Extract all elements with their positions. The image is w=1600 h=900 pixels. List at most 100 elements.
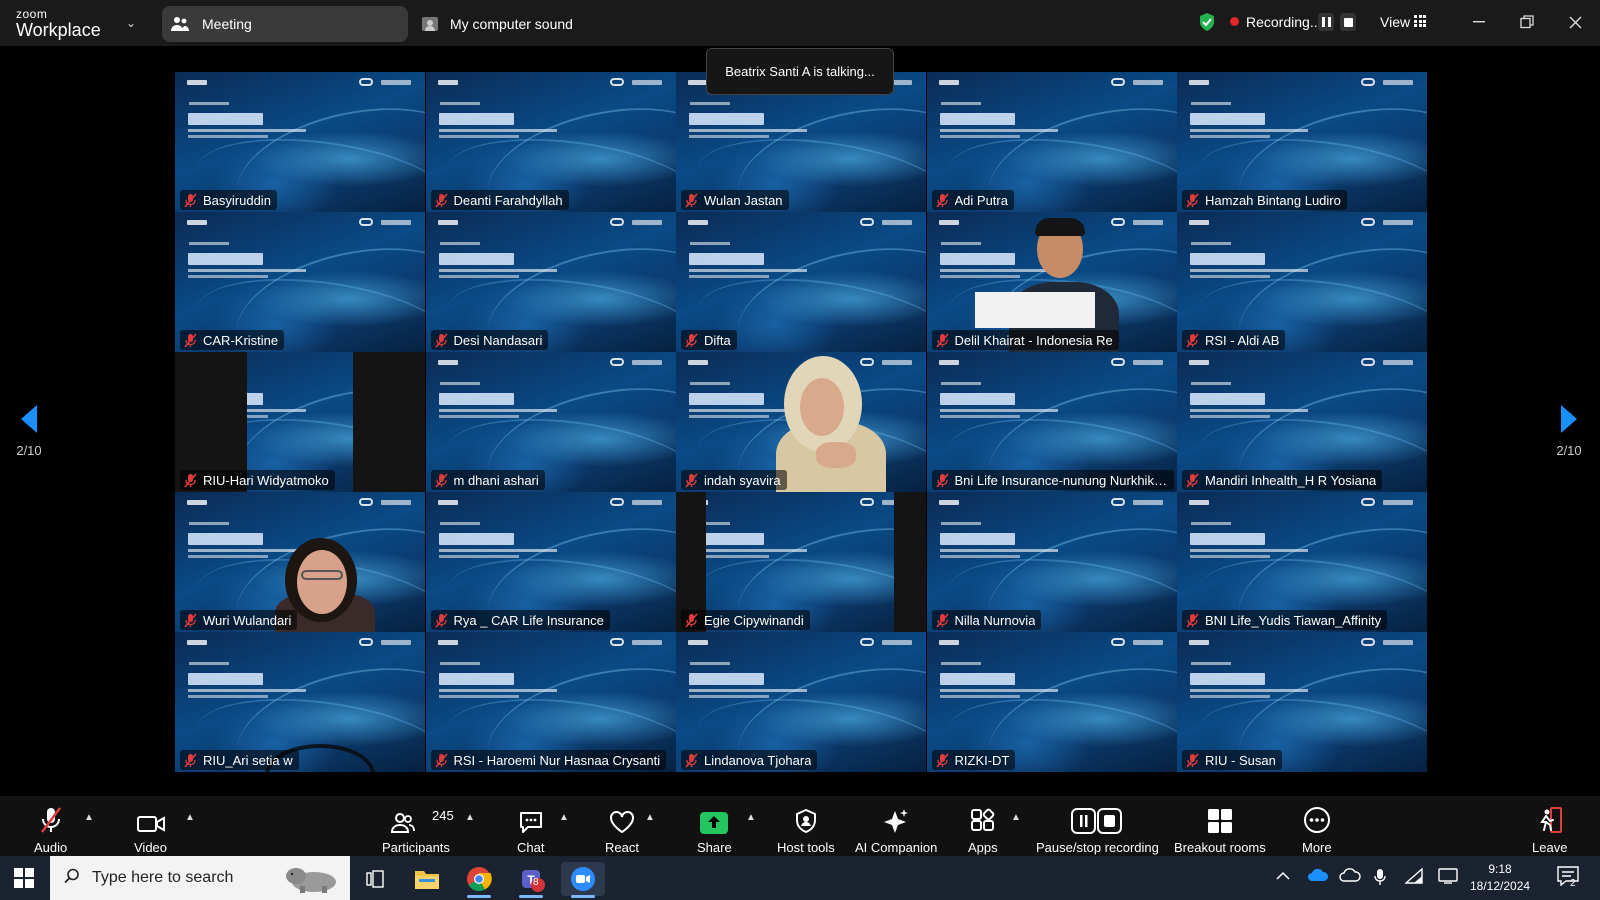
participant-video-tile[interactable]: Deanti Farahdyllah: [425, 72, 676, 212]
participant-video-tile[interactable]: Wuri Wulandari: [175, 492, 425, 632]
stop-recording-button[interactable]: [1340, 13, 1356, 31]
participant-video-tile[interactable]: RIU-Hari Widyatmoko: [175, 352, 425, 492]
file-explorer-icon[interactable]: [405, 862, 449, 896]
participant-video-tile[interactable]: indah syavira: [676, 352, 926, 492]
chat-options-caret[interactable]: ▲: [559, 812, 569, 823]
muted-mic-icon: [685, 752, 698, 768]
ai-companion-button[interactable]: AI Companion: [855, 806, 937, 855]
slide-text-line: [940, 522, 981, 525]
video-options-caret[interactable]: ▲: [185, 812, 195, 823]
participant-video-tile[interactable]: Adi Putra: [926, 72, 1177, 212]
view-button[interactable]: View: [1380, 14, 1410, 30]
participant-video-tile[interactable]: RSI - Haroemi Nur Hasnaa Crysanti: [425, 632, 676, 772]
participant-video-tile[interactable]: RIZKI-DT: [926, 632, 1177, 772]
grid-view-icon[interactable]: [1414, 15, 1426, 27]
taskbar-clock[interactable]: 9:18 18/12/2024: [1470, 861, 1530, 895]
participant-video-tile[interactable]: Rya _ CAR Life Insurance: [425, 492, 676, 632]
pause-stop-recording-button[interactable]: Pause/stop recording: [1036, 806, 1159, 855]
zoom-app-icon[interactable]: [561, 862, 605, 898]
slide-text-line: [940, 102, 981, 105]
react-options-caret[interactable]: ▲: [645, 812, 655, 823]
tab-meeting[interactable]: Meeting: [162, 6, 408, 42]
muted-mic-icon: [935, 752, 949, 768]
participant-video-tile[interactable]: m dhani ashari: [425, 352, 676, 492]
taskbar-search-box[interactable]: Type here to search: [50, 856, 350, 900]
next-page-button[interactable]: 2/10: [1546, 404, 1592, 458]
participant-video-tile[interactable]: Delil Khairat - Indonesia Re: [926, 212, 1177, 352]
react-button[interactable]: React: [605, 806, 639, 855]
show-hidden-icons-chevron-icon[interactable]: [1276, 868, 1290, 886]
audio-button[interactable]: Audio: [34, 806, 67, 855]
participants-options-caret[interactable]: ▲: [465, 812, 475, 823]
participant-video-tile[interactable]: Bni Life Insurance-nunung Nurkhikm...: [926, 352, 1177, 492]
participant-video-tile[interactable]: Mandiri Inhealth_H R Yosiana: [1177, 352, 1427, 492]
share-options-caret[interactable]: ▲: [746, 812, 756, 823]
page-indicator-right: 2/10: [1556, 443, 1582, 458]
letterbox-bar: [353, 352, 425, 492]
wifi-icon[interactable]: [1404, 867, 1423, 889]
slide-text-line: [188, 695, 268, 698]
microphone-in-use-icon[interactable]: [1374, 868, 1386, 891]
slide-text-line: [438, 549, 557, 552]
onedrive-cloud-icon[interactable]: [1307, 868, 1329, 887]
slide-logo: [359, 78, 373, 86]
share-screen-button[interactable]: Share: [697, 806, 732, 855]
participant-name: RIU - Susan: [1205, 752, 1276, 768]
slide-text-line: [939, 135, 1020, 138]
participant-name: Deanti Farahdyllah: [453, 192, 563, 208]
apps-button[interactable]: Apps: [968, 806, 998, 855]
minimize-button[interactable]: [1466, 10, 1492, 34]
windows-start-button[interactable]: [14, 868, 34, 888]
participant-video-tile[interactable]: Basyiruddin: [175, 72, 425, 212]
close-button[interactable]: [1562, 10, 1588, 34]
slide-logo: [882, 220, 912, 225]
participant-video-tile[interactable]: Difta: [676, 212, 926, 352]
slide-text-line: [690, 662, 730, 665]
leave-button[interactable]: Leave: [1532, 806, 1567, 855]
participant-video-tile[interactable]: CAR-Kristine: [175, 212, 425, 352]
teams-icon[interactable]: T 8: [509, 862, 553, 898]
breakout-rooms-button[interactable]: Breakout rooms: [1174, 806, 1266, 855]
encryption-shield-icon[interactable]: [1198, 12, 1216, 37]
participant-video-tile[interactable]: Nilla Nurnovia: [926, 492, 1177, 632]
participant-name-label: Deanti Farahdyllah: [430, 190, 569, 210]
slide-title-block: [689, 393, 764, 405]
participant-name-label: RIU_Ari setia w: [180, 750, 299, 770]
apps-options-caret[interactable]: ▲: [1011, 812, 1021, 823]
chevron-down-icon[interactable]: ⌄: [126, 16, 136, 30]
slide-text-line: [189, 242, 229, 245]
participant-video-tile[interactable]: Lindanova Tjohara: [676, 632, 926, 772]
video-button[interactable]: Video: [134, 806, 167, 855]
slide-text-line: [690, 242, 730, 245]
participant-video-tile[interactable]: Desi Nandasari: [425, 212, 676, 352]
host-tools-button[interactable]: Host tools: [777, 806, 835, 855]
host-tools-label: Host tools: [777, 840, 835, 855]
task-view-icon[interactable]: [353, 862, 397, 896]
onedrive-sync-icon[interactable]: [1339, 868, 1361, 889]
slide-title-block: [438, 113, 514, 125]
display-settings-icon[interactable]: [1438, 868, 1458, 889]
restore-button[interactable]: [1514, 10, 1540, 34]
audio-options-caret[interactable]: ▲: [84, 812, 94, 823]
tab-computer-sound[interactable]: My computer sound: [416, 6, 573, 42]
participant-video-tile[interactable]: BNI Life_Yudis Tiawan_Affinity: [1177, 492, 1427, 632]
slide-text-line: [940, 382, 981, 385]
participant-video-tile[interactable]: Hamzah Bintang Ludiro: [1177, 72, 1427, 212]
chrome-icon[interactable]: [457, 862, 501, 898]
slide-logo: [1110, 218, 1125, 226]
slide-text-line: [188, 129, 306, 132]
participant-video-tile[interactable]: Egie Cipywinandi: [676, 492, 926, 632]
participant-video-tile[interactable]: RIU - Susan: [1177, 632, 1427, 772]
zoom-workplace-logo[interactable]: zoom Workplace: [16, 8, 101, 39]
slide-logo: [609, 78, 624, 86]
more-button[interactable]: More: [1302, 806, 1332, 855]
slide-text-line: [939, 129, 1058, 132]
chat-button[interactable]: Chat: [517, 806, 544, 855]
participant-name: Difta: [704, 332, 731, 348]
leave-door-icon: [1537, 806, 1563, 834]
previous-page-button[interactable]: 2/10: [6, 404, 52, 458]
slide-logo: [1132, 360, 1163, 365]
participant-video-tile[interactable]: RIU_Ari setia w: [175, 632, 425, 772]
pause-recording-button[interactable]: [1318, 13, 1334, 31]
participant-video-tile[interactable]: RSI - Aldi AB: [1177, 212, 1427, 352]
